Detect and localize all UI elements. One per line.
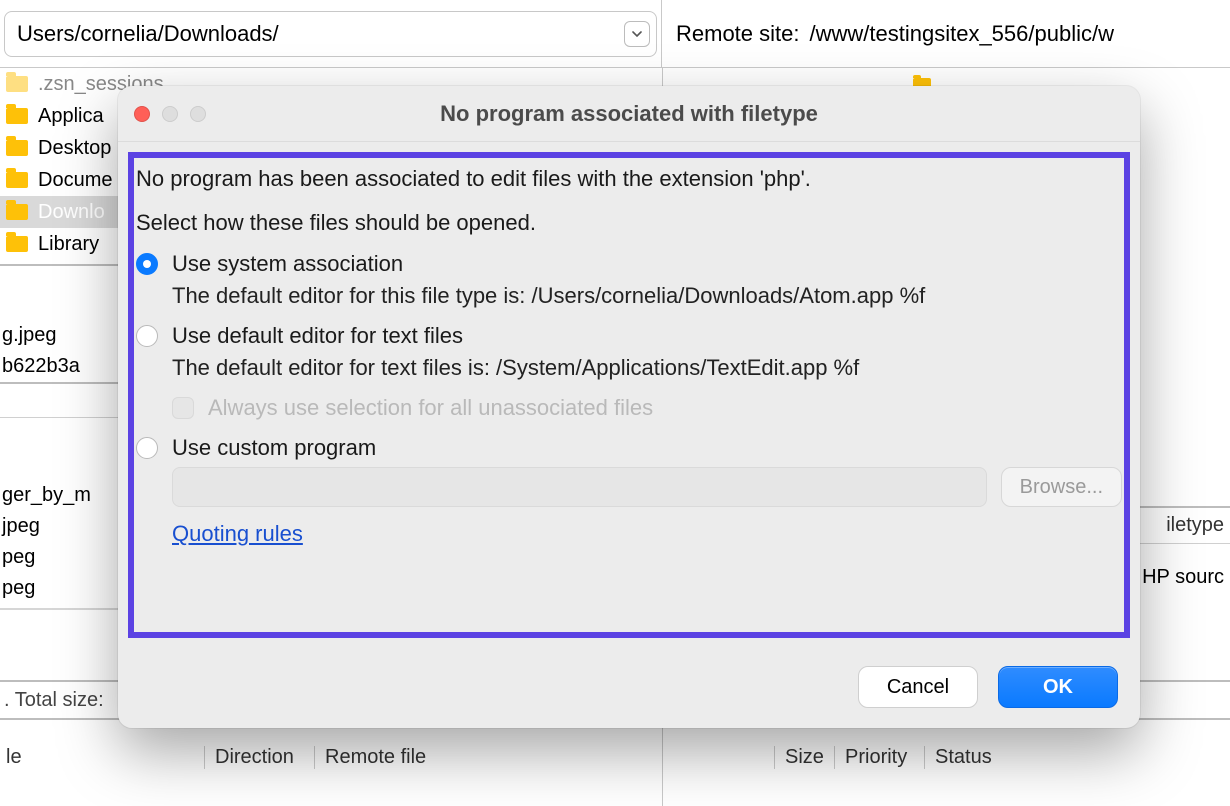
radio-icon[interactable] (136, 253, 158, 275)
close-icon[interactable] (134, 106, 150, 122)
checkbox-label: Always use selection for all unassociate… (208, 395, 653, 421)
filetype-association-dialog: No program associated with filetype No p… (118, 86, 1140, 728)
folder-icon (6, 172, 28, 188)
option-default-text-editor[interactable]: Use default editor for text files (136, 323, 1122, 349)
chevron-down-icon[interactable] (624, 21, 650, 47)
dialog-message-2: Select how these files should be opened. (136, 208, 1122, 238)
column-filetype[interactable]: iletype (1166, 514, 1224, 537)
radio-icon[interactable] (136, 325, 158, 347)
dialog-title: No program associated with filetype (118, 101, 1140, 127)
folder-icon (6, 108, 28, 124)
ok-button[interactable]: OK (998, 666, 1118, 708)
folder-icon (6, 140, 28, 156)
browse-button[interactable]: Browse... (1001, 467, 1122, 507)
folder-icon (6, 204, 28, 220)
column-direction[interactable]: Direction (204, 746, 314, 769)
dialog-buttons: Cancel OK (858, 666, 1118, 708)
quoting-rules-link[interactable]: Quoting rules (172, 521, 303, 546)
option-label: Use custom program (172, 435, 376, 461)
transfer-queue-header: le Direction Remote file Size Priority S… (0, 740, 1230, 775)
zoom-icon (190, 106, 206, 122)
status-text: . Total size: (4, 689, 104, 712)
cancel-button[interactable]: Cancel (858, 666, 978, 708)
local-path-text: Users/cornelia/Downloads/ (17, 21, 279, 47)
remote-path-input[interactable]: /www/testingsitex_556/public/w (806, 11, 1227, 57)
column-priority[interactable]: Priority (834, 746, 924, 769)
folder-icon (6, 236, 28, 252)
dialog-titlebar: No program associated with filetype (118, 86, 1140, 142)
column-status[interactable]: Status (924, 746, 1014, 769)
option-label: Use default editor for text files (172, 323, 463, 349)
checkbox-icon (172, 397, 194, 419)
option-subtext: The default editor for text files is: /S… (172, 355, 1122, 381)
dialog-content: No program has been associated to edit f… (136, 164, 1122, 628)
option-custom-program[interactable]: Use custom program (136, 435, 1122, 461)
column-size[interactable]: Size (774, 746, 834, 769)
dialog-message-1: No program has been associated to edit f… (136, 164, 1122, 194)
remote-site-label: Remote site: (676, 21, 800, 47)
local-path-input[interactable]: Users/cornelia/Downloads/ (4, 11, 657, 57)
column-remotefile[interactable]: Remote file (314, 746, 774, 769)
always-use-selection-checkbox: Always use selection for all unassociate… (172, 395, 1122, 421)
remote-path-text: /www/testingsitex_556/public/w (810, 21, 1114, 47)
custom-program-input[interactable] (172, 467, 987, 507)
column-localfile[interactable]: le (4, 746, 204, 769)
folder-icon (6, 76, 28, 92)
option-system-association[interactable]: Use system association (136, 251, 1122, 277)
option-label: Use system association (172, 251, 403, 277)
address-bar: Users/cornelia/Downloads/ Remote site: /… (0, 0, 1230, 68)
option-subtext: The default editor for this file type is… (172, 283, 1122, 309)
minimize-icon (162, 106, 178, 122)
radio-icon[interactable] (136, 437, 158, 459)
